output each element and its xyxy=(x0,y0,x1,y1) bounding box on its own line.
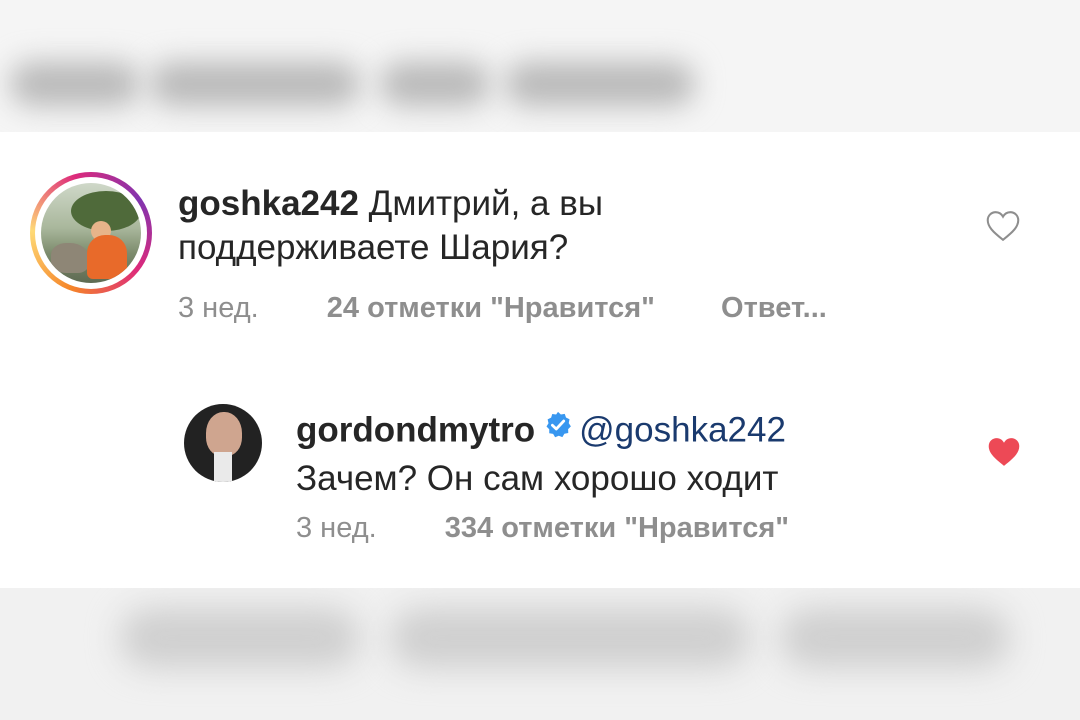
comment-likes-count[interactable]: 24 отметки "Нравится" xyxy=(327,292,655,324)
comment-likes-count[interactable]: 334 отметки "Нравится" xyxy=(445,512,789,544)
like-button[interactable] xyxy=(985,210,1021,247)
comment-meta: 3 нед. 334 отметки "Нравится" xyxy=(296,512,789,545)
comment-body: goshka242 Дмитрий, а вы поддерживаете Ша… xyxy=(178,182,938,270)
comment-meta: 3 нед. 24 отметки "Нравится" Ответ... xyxy=(178,292,827,325)
comment-gordondmytro: gordondmytro @goshka242 Зачем? Он сам хор… xyxy=(0,382,1080,572)
comment-text: Зачем? Он сам хорошо ходит xyxy=(296,459,779,498)
heart-outline-icon xyxy=(986,211,1020,242)
blurred-next-comment xyxy=(0,588,1080,720)
comment-username[interactable]: goshka242 xyxy=(178,184,359,223)
comment-text-line2: поддерживаете Шария? xyxy=(178,228,569,267)
like-button[interactable] xyxy=(986,436,1022,473)
comment-text-line1: Дмитрий, а вы xyxy=(368,184,603,223)
comment-body: gordondmytro @goshka242 Зачем? Он сам хор… xyxy=(296,407,976,501)
comments-panel: goshka242 Дмитрий, а вы поддерживаете Ша… xyxy=(0,132,1080,588)
reply-button[interactable]: Ответ... xyxy=(721,292,827,324)
comment-mention-link[interactable]: @goshka242 xyxy=(579,410,786,449)
verified-badge-icon xyxy=(543,407,573,451)
avatar[interactable] xyxy=(184,404,262,482)
comment-time: 3 нед. xyxy=(296,512,377,544)
blurred-previous-comment xyxy=(0,0,1080,132)
heart-filled-icon xyxy=(988,438,1020,466)
comment-time: 3 нед. xyxy=(178,292,259,324)
avatar-story-ring[interactable] xyxy=(30,172,152,294)
comment-username[interactable]: gordondmytro xyxy=(296,410,535,449)
comment-goshka242: goshka242 Дмитрий, а вы поддерживаете Ша… xyxy=(0,132,1080,332)
avatar xyxy=(41,183,141,283)
